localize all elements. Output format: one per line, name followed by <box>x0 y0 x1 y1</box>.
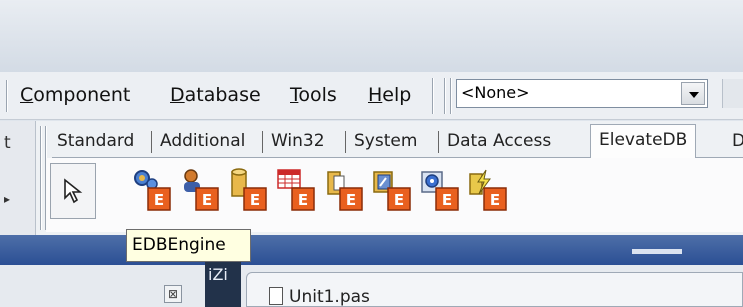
tab-data-access[interactable]: Data Access <box>447 129 551 157</box>
edbstoredproc-component[interactable]: E <box>370 166 414 212</box>
tab-standard[interactable]: Standard <box>57 129 134 157</box>
left-toolbar-panel: t ▸ <box>0 121 36 235</box>
editor-caption: Unit1.pas <box>289 287 370 307</box>
svg-text:E: E <box>202 191 212 209</box>
palette-tabs: Standard Additional Win32 System Data Ac… <box>52 124 743 158</box>
palette-grip[interactable] <box>40 126 42 230</box>
tab-win32[interactable]: Win32 <box>271 129 325 157</box>
table-grid-icon: E <box>277 169 315 211</box>
edbscript-component[interactable]: E <box>418 166 462 212</box>
menu-database-mnemonic: D <box>170 84 185 106</box>
session-user-icon: E <box>184 169 219 211</box>
pointer-tool-button[interactable] <box>50 163 96 219</box>
svg-text:E: E <box>298 191 308 209</box>
edbquery-component[interactable]: E <box>322 166 366 212</box>
svg-text:E: E <box>394 191 404 209</box>
menu-help-mnemonic: H <box>368 84 383 106</box>
title-bar <box>0 0 743 72</box>
minimize-glyph-icon[interactable] <box>632 249 682 254</box>
close-icon[interactable]: ⊠ <box>164 285 182 303</box>
tab-d-partial[interactable]: D <box>732 129 743 157</box>
menu-grip[interactable] <box>6 80 8 112</box>
dark-panel-tab-label: iZi <box>208 265 228 284</box>
ide-title-bar <box>0 235 743 265</box>
edbtable-component[interactable]: E <box>274 166 318 212</box>
edbdatabase-component[interactable]: E <box>226 166 270 212</box>
script-gear-icon: E <box>421 171 459 211</box>
edbupdatesql-component[interactable]: E <box>466 166 510 212</box>
combo-value: <None> <box>461 83 530 102</box>
desktop-layout-combo[interactable]: <None> <box>456 79 708 108</box>
menu-help-label: elp <box>382 84 412 106</box>
tab-separator <box>262 131 263 153</box>
menu-tools[interactable]: Tools <box>290 84 337 106</box>
dark-panel-tab[interactable]: iZi <box>205 262 241 307</box>
left-panel-fragment: t <box>4 133 11 153</box>
tab-system[interactable]: System <box>354 129 417 157</box>
menu-database-label: atabase <box>184 84 261 106</box>
svg-text:E: E <box>442 191 452 209</box>
toolbar-grip-2[interactable] <box>450 78 452 114</box>
edbengine-component[interactable]: E <box>130 166 174 212</box>
left-panel-arrow-icon[interactable]: ▸ <box>4 192 10 206</box>
query-cylinder-icon: E <box>327 171 363 211</box>
toolbar-overflow-button[interactable] <box>722 79 743 108</box>
svg-text:E: E <box>346 191 356 209</box>
menu-database[interactable]: Database <box>170 84 261 106</box>
component-tooltip: EDBEngine <box>126 229 251 262</box>
svg-text:E: E <box>250 191 260 209</box>
menu-component[interactable]: Component <box>20 84 130 106</box>
menu-component-mnemonic: C <box>20 84 34 106</box>
edbsession-component[interactable]: E <box>178 166 222 212</box>
toolbar-grip[interactable] <box>444 78 446 114</box>
tab-separator <box>438 131 439 153</box>
svg-text:E: E <box>490 191 500 209</box>
menu-help[interactable]: Help <box>368 84 411 106</box>
engine-gear-icon: E <box>134 170 171 211</box>
editor-window[interactable]: Unit1.pas <box>246 272 743 307</box>
database-cylinder-icon: E <box>231 168 267 211</box>
chevron-down-icon[interactable] <box>681 82 705 105</box>
toolbar-separator <box>432 78 434 114</box>
stored-proc-icon: E <box>373 171 411 211</box>
tab-additional[interactable]: Additional <box>160 129 245 157</box>
tab-separator <box>151 131 152 153</box>
update-lightning-icon: E <box>469 169 507 211</box>
tab-elevatedb[interactable]: ElevateDB <box>590 124 697 158</box>
menu-component-label: omponent <box>33 84 131 106</box>
cursor-arrow-icon <box>64 178 83 204</box>
menu-tools-label: ools <box>298 84 337 106</box>
svg-text:E: E <box>154 191 164 209</box>
document-icon <box>269 287 283 305</box>
tab-separator <box>345 131 346 153</box>
